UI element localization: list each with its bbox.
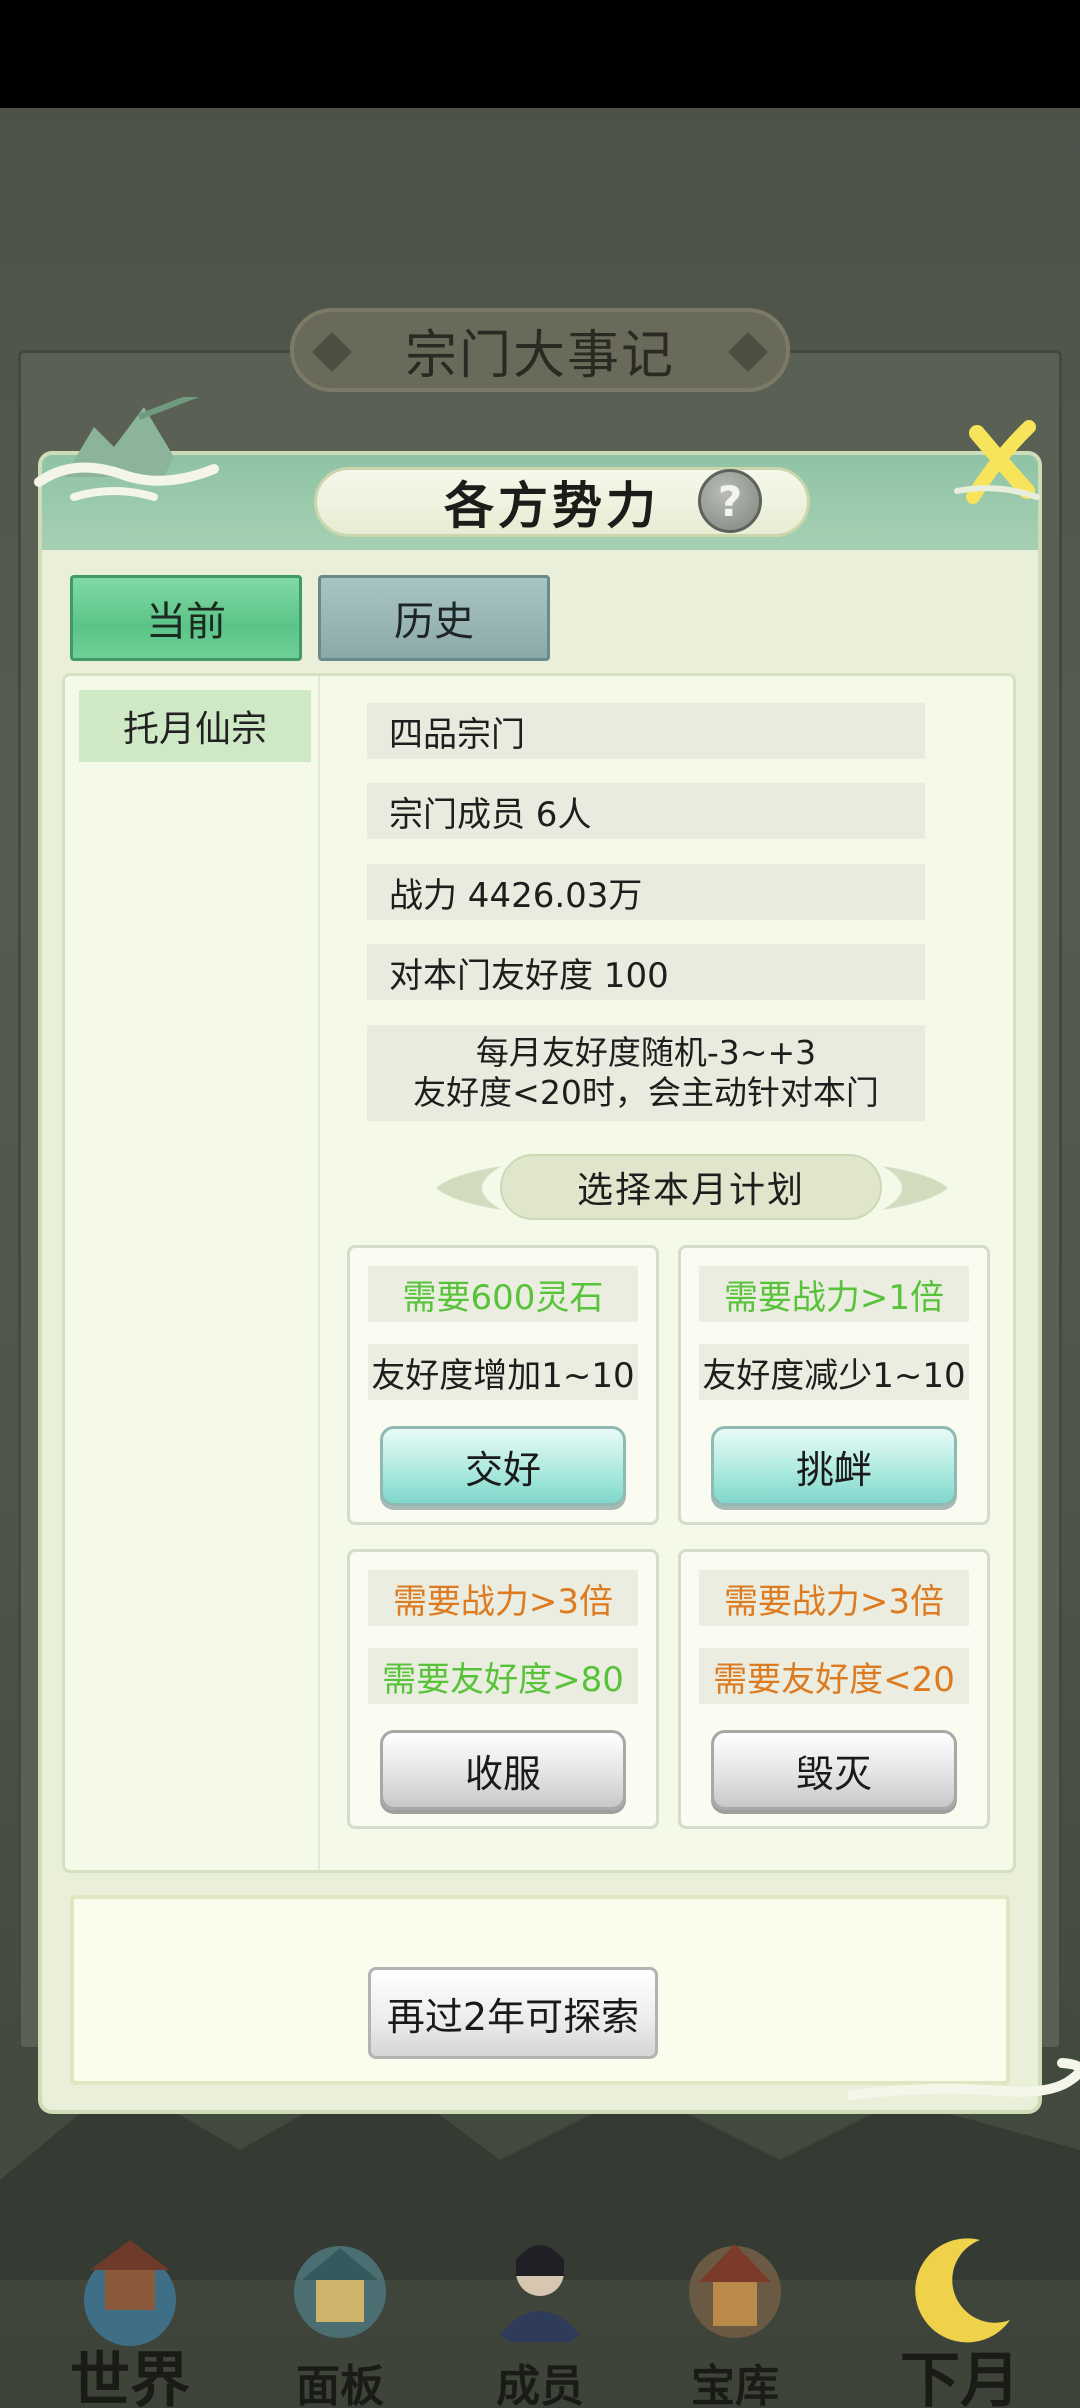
tab-history[interactable]: 历史 [318, 575, 550, 661]
sect-rank: 四品宗门 [367, 703, 925, 759]
nav-world[interactable]: 世界 [30, 2220, 230, 2408]
status-bar [0, 0, 1080, 108]
subjugate-button[interactable]: 收服 [380, 1730, 626, 1810]
modal-title: 各方势力 [444, 476, 660, 535]
plan-card-subjugate: 需要战力>3倍 需要友好度>80 收服 [347, 1549, 659, 1829]
treasury-icon [689, 2244, 781, 2338]
plan-card-provoke: 需要战力>1倍 友好度减少1~10 挑衅 [678, 1245, 990, 1525]
nav-label-world: 世界 [70, 2346, 190, 2408]
nav-treasury[interactable]: 宝库 [635, 2220, 835, 2408]
sect-power: 战力 4426.03万 [367, 864, 925, 920]
nav-label-panel: 面板 [296, 2361, 384, 2408]
tab-current[interactable]: 当前 [70, 575, 302, 661]
nav-next-month[interactable]: 下月 [860, 2220, 1060, 2408]
plan-title: 选择本月计划 [500, 1154, 882, 1220]
plan-requirement-2: 需要友好度>80 [368, 1648, 638, 1704]
befriend-button[interactable]: 交好 [380, 1426, 626, 1506]
panel-icon [294, 2246, 386, 2338]
friendship-note: 每月友好度随机-3~+3 友好度<20时，会主动针对本门 [367, 1025, 925, 1121]
sect-members: 宗门成员 6人 [367, 783, 925, 839]
factions-modal: 各方势力 ? 当前 历史 托月仙宗 四品宗门 宗门成员 6人 战力 4426.0… [34, 397, 1080, 2110]
mountain-cloud-decoration [34, 397, 219, 501]
nav-label-members: 成员 [496, 2361, 584, 2408]
nav-label-next-month: 下月 [900, 2346, 1020, 2408]
sect-list-item[interactable]: 托月仙宗 [79, 690, 311, 762]
friendship-note-line1: 每月友好度随机-3~+3 [475, 1033, 817, 1072]
plan-card-destroy: 需要战力>3倍 需要友好度<20 毁灭 [678, 1549, 990, 1829]
cloud-decoration [847, 2058, 1080, 2100]
plan-requirement-2: 需要友好度<20 [699, 1648, 969, 1704]
sect-friendship: 对本门友好度 100 [367, 944, 925, 1000]
plan-effect: 友好度增加1~10 [368, 1344, 638, 1400]
plan-title-banner: 选择本月计划 [432, 1152, 952, 1224]
friendship-note-line2: 友好度<20时，会主动针对本门 [413, 1073, 879, 1112]
nav-panel[interactable]: 面板 [240, 2220, 440, 2408]
members-icon [494, 2245, 586, 2342]
plan-card-befriend: 需要600灵石 友好度增加1~10 交好 [347, 1245, 659, 1525]
plan-requirement: 需要600灵石 [368, 1266, 638, 1322]
sect-list: 托月仙宗 [65, 676, 320, 1870]
nav-members[interactable]: 成员 [440, 2220, 640, 2408]
close-icon[interactable] [947, 413, 1047, 513]
provoke-button[interactable]: 挑衅 [711, 1426, 957, 1506]
explore-button[interactable]: 再过2年可探索 [368, 1967, 658, 2059]
bottom-nav: 世界 面板 成员 宝库 下月 [0, 2220, 1080, 2408]
destroy-button[interactable]: 毁灭 [711, 1730, 957, 1810]
plan-requirement: 需要战力>1倍 [699, 1266, 969, 1322]
background-header: 宗门大事记 [290, 308, 790, 392]
nav-label-treasury: 宝库 [691, 2361, 779, 2408]
plan-requirement: 需要战力>3倍 [368, 1570, 638, 1626]
plan-requirement: 需要战力>3倍 [699, 1570, 969, 1626]
help-button[interactable]: ? [698, 469, 762, 533]
plan-effect: 友好度减少1~10 [699, 1344, 969, 1400]
